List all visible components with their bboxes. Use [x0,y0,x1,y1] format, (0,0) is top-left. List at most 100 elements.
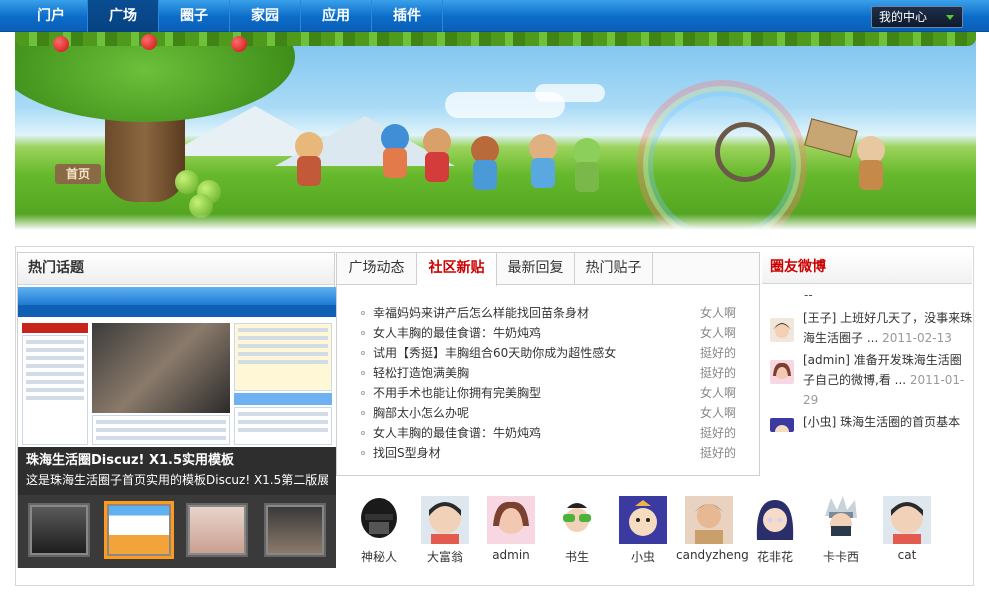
post-tabs: 广场动态 社区新贴 最新回复 热门贴子 [337,253,759,286]
member-item[interactable]: admin [478,494,544,566]
user-center-label: 我的中心 [879,10,928,24]
leaf-border [15,32,976,46]
avatar[interactable] [770,318,794,342]
post-title[interactable]: 胸部太小怎么办呢 [373,403,469,423]
apple-icon [141,34,157,50]
welcome-sign [804,118,858,158]
slide-thumbnails [18,495,336,568]
list-item: 试用【秀挺】丰胸组合60天助你成为超性感女 挺好的 [361,343,736,363]
user-center-dropdown[interactable]: 我的中心 [871,6,963,28]
post-author[interactable]: 女人啊 [700,303,736,323]
post-author[interactable]: 挺好的 [700,363,736,383]
post-author[interactable]: 女人啊 [700,323,736,343]
hot-topics-panel: 热门话题 珠海生活圈Discuz! X1.5实用模板 这是珠海生活圈子首页实用的… [17,252,336,568]
list-item: [admin] 准备开发珠海生活圈子自己的微博,看 ... 2011-01-29 [770,350,970,407]
slide-thumb[interactable] [264,503,326,557]
child-figure [291,132,327,188]
screenshot-header [18,287,336,305]
avatar[interactable] [770,360,794,384]
post-author[interactable]: 挺好的 [700,443,736,463]
post-title[interactable]: 找回S型身材 [373,443,441,463]
member-name: 小虫 [630,550,655,564]
bullet-icon [361,351,365,355]
weibo-entry[interactable]: [小虫] 珠海生活圈的首页基本 [803,412,973,432]
member-item[interactable]: 书生 [544,494,610,566]
list-item: 不用手术也能让你拥有完美胸型 女人啊 [361,383,736,403]
slide-thumb[interactable] [28,503,90,557]
screenshot-nav [18,305,336,317]
weibo-panel: 圈友微博 -- [王子] 上班好几天了，没事来珠海生活圈子 ... 2011-0… [762,252,972,586]
bullet-icon [361,331,365,335]
slide-caption-desc: 这是珠海生活圈子首页实用的模板Discuz! X1.5第二版展 [26,473,328,487]
avatar[interactable] [770,418,794,432]
member-name: 书生 [564,550,589,564]
avatar [487,496,535,544]
weibo-entry[interactable]: [admin] 准备开发珠海生活圈子自己的微博,看 ... 2011-01-29 [803,350,973,410]
avatar [619,496,667,544]
chevron-down-icon [946,15,954,20]
member-item[interactable]: candyzheng [676,494,749,566]
member-name: 大富翁 [426,550,463,564]
child-figure [377,124,413,180]
list-item: 女人丰胸的最佳食谱：牛奶炖鸡 女人啊 [361,323,736,343]
nav-item-plugins[interactable]: 插件 [372,0,443,32]
slide-thumb[interactable] [186,503,248,557]
scarecrow-figure [853,136,889,192]
avatar [553,496,601,544]
screenshot-column [92,415,230,445]
list-item: 找回S型身材 挺好的 [361,443,736,463]
apple-icon [53,36,69,52]
post-title[interactable]: 试用【秀挺】丰胸组合60天助你成为超性感女 [373,343,616,363]
nav-item-circle[interactable]: 圈子 [159,0,230,32]
post-list: 幸福妈妈来讲产后怎么样能找回苗条身材 女人啊 女人丰胸的最佳食谱：牛奶炖鸡 女人啊 … [361,303,736,463]
nav-item-home[interactable]: 家园 [230,0,301,32]
nav-item-apps[interactable]: 应用 [301,0,372,32]
list-item: 轻松打造饱满美胸 挺好的 [361,363,736,383]
slide-caption-title[interactable]: 珠海生活圈Discuz! X1.5实用模板 [26,452,328,470]
nav-item-portal[interactable]: 门户 [15,0,88,32]
post-author[interactable]: 女人啊 [700,403,736,423]
child-figure [467,136,503,192]
member-name: 神秘人 [360,550,397,564]
nav-item-square[interactable]: 广场 [88,0,159,32]
post-author[interactable]: 挺好的 [700,423,736,443]
weibo-entry[interactable]: [王子] 上班好几天了，没事来珠海生活圈子 ... 2011-02-13 [803,308,973,348]
avatar [355,496,403,544]
bullet-icon [361,431,365,435]
tab-hot-posts[interactable]: 热门贴子 [575,253,653,285]
hot-topics-title: 热门话题 [18,253,334,285]
tab-latest-replies[interactable]: 最新回复 [497,253,575,285]
post-title[interactable]: 幸福妈妈来讲产后怎么样能找回苗条身材 [373,303,589,323]
bullet-icon [361,411,365,415]
bullet-icon [361,391,365,395]
cloud-shape [535,84,605,102]
hot-topic-slideshow[interactable]: 珠海生活圈Discuz! X1.5实用模板 这是珠海生活圈子首页实用的模板Dis… [18,287,336,568]
screenshot-block [22,323,88,333]
member-item[interactable]: 大富翁 [412,494,478,566]
tab-square-activity[interactable]: 广场动态 [337,253,417,285]
tab-new-posts[interactable]: 社区新贴 [417,253,497,286]
post-author[interactable]: 女人啊 [700,383,736,403]
list-item: 女人丰胸的最佳食谱：牛奶炖鸡 挺好的 [361,423,736,443]
slide-caption: 珠海生活圈Discuz! X1.5实用模板 这是珠海生活圈子首页实用的模板Dis… [18,447,336,495]
child-figure [525,134,561,190]
list-item: [王子] 上班好几天了，没事来珠海生活圈子 ... 2011-02-13 [770,308,973,354]
home-sign-button[interactable]: 首页 [55,164,101,184]
list-item: 胸部太小怎么办呢 女人啊 [361,403,736,423]
post-title[interactable]: 不用手术也能让你拥有完美胸型 [373,383,541,403]
screenshot-column [234,407,332,445]
list-item: [小虫] 珠海生活圈的首页基本 [770,412,970,442]
screenshot-column [22,335,88,445]
banner-fade [15,214,976,230]
avatar [421,496,469,544]
slide-thumb-active[interactable] [104,501,174,559]
post-title[interactable]: 轻松打造饱满美胸 [373,363,469,383]
banner-illustration: 首页 [15,32,976,230]
post-author[interactable]: 挺好的 [700,343,736,363]
member-item[interactable]: 神秘人 [346,494,412,566]
post-title[interactable]: 女人丰胸的最佳食谱：牛奶炖鸡 [373,423,541,443]
screenshot-block [234,393,332,405]
member-item[interactable]: 小虫 [610,494,676,566]
post-title[interactable]: 女人丰胸的最佳食谱：牛奶炖鸡 [373,323,541,343]
child-figure [419,128,455,184]
